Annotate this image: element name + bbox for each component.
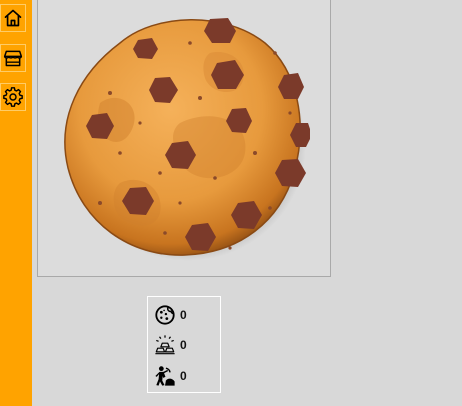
home-icon [4, 9, 22, 27]
cookie-icon [64, 18, 312, 261]
stats-panel: 0 0 0 [147, 296, 221, 393]
cookie-count-icon [155, 305, 175, 325]
workers-count: 0 [180, 369, 187, 383]
sidebar-item-shop[interactable] [0, 44, 26, 72]
sidebar-item-settings[interactable] [0, 83, 26, 111]
gear-icon [3, 87, 23, 107]
stat-gold: 0 [154, 333, 187, 357]
sidebar [0, 0, 32, 406]
cookie-panel [37, 0, 331, 277]
gold-bars-icon [155, 335, 175, 355]
cookies-count: 0 [180, 308, 187, 322]
miner-icon [155, 366, 175, 386]
cookie-button[interactable] [60, 13, 312, 263]
shop-icon [3, 50, 23, 67]
sidebar-item-home[interactable] [0, 4, 26, 32]
stat-cookies: 0 [154, 303, 187, 327]
stat-workers: 0 [154, 364, 187, 388]
gold-count: 0 [180, 338, 187, 352]
